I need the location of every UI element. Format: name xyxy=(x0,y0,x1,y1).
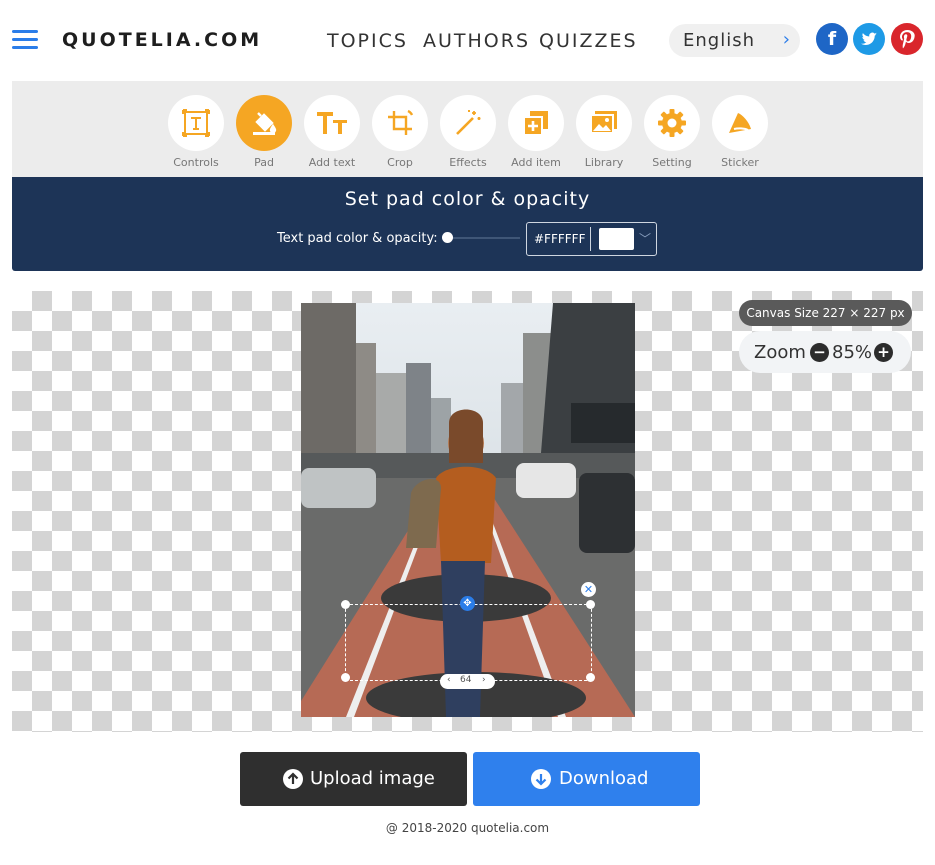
resize-handle[interactable] xyxy=(586,673,595,682)
crop-icon xyxy=(388,109,414,135)
editor-toolbar: Controls Pad Add text Crop Effects Add i… xyxy=(12,81,923,177)
download-arrow-icon xyxy=(531,769,551,789)
upload-label: Upload image xyxy=(310,768,435,789)
chevron-right-icon[interactable]: › xyxy=(482,675,486,685)
text-frame-icon xyxy=(182,109,210,137)
tool-label: Add text xyxy=(308,156,356,169)
text-pad-selection[interactable] xyxy=(345,604,592,681)
zoom-in-button[interactable]: + xyxy=(874,343,893,362)
chevron-left-icon[interactable]: ‹ xyxy=(447,675,451,685)
site-logo[interactable]: QUOTELIA.COM xyxy=(62,29,262,51)
upload-arrow-icon xyxy=(283,769,303,789)
pad-settings-panel: Set pad color & opacity Text pad color &… xyxy=(12,177,923,271)
nav-authors[interactable]: AUTHORS xyxy=(423,30,530,52)
chevron-down-icon[interactable]: ﹀ xyxy=(639,230,651,247)
tool-sticker[interactable]: Sticker xyxy=(711,95,769,169)
tool-crop[interactable]: Crop xyxy=(371,95,429,169)
tool-label: Controls xyxy=(173,156,219,169)
color-divider xyxy=(590,227,591,251)
resize-handle[interactable] xyxy=(341,600,350,609)
color-swatch[interactable] xyxy=(599,228,634,250)
footer-copyright: @ 2018-2020 quotelia.com xyxy=(385,821,550,835)
pad-color-label: Text pad color & opacity: xyxy=(277,231,438,246)
tool-add-item[interactable]: Add item xyxy=(507,95,565,169)
tool-label: Effects xyxy=(449,156,487,169)
nav-quizzes[interactable]: QUIZZES xyxy=(539,30,638,52)
tool-effects[interactable]: Effects xyxy=(439,95,497,169)
resize-handle[interactable] xyxy=(586,600,595,609)
tool-label: Crop xyxy=(387,156,413,169)
canvas-size-badge: Canvas Size 227 × 227 px xyxy=(739,300,912,326)
pad-size-stepper[interactable]: ‹ 64 › xyxy=(440,674,495,689)
opacity-slider-knob[interactable] xyxy=(442,232,453,243)
stepper-value: 64 xyxy=(460,675,472,685)
opacity-slider[interactable] xyxy=(442,232,520,243)
facebook-icon[interactable]: f xyxy=(816,23,848,55)
add-item-icon xyxy=(523,111,548,136)
download-label: Download xyxy=(559,768,649,789)
gear-icon xyxy=(658,109,686,137)
zoom-value: 85% xyxy=(832,342,873,363)
language-label: English xyxy=(683,30,755,51)
color-hex-value[interactable]: #FFFFFF xyxy=(534,232,585,246)
tool-label: Add item xyxy=(511,156,561,169)
move-icon[interactable]: ✥ xyxy=(460,596,475,611)
chevron-right-icon: › xyxy=(782,29,790,50)
color-picker[interactable]: #FFFFFF ﹀ xyxy=(526,222,657,256)
language-selector[interactable]: English › xyxy=(669,24,800,57)
upload-image-button[interactable]: Upload image xyxy=(240,752,467,806)
pinterest-icon[interactable] xyxy=(891,23,923,55)
zoom-out-button[interactable]: − xyxy=(810,343,829,362)
zoom-label: Zoom xyxy=(754,342,806,363)
tool-label: Library xyxy=(584,156,624,169)
tool-label: Sticker xyxy=(721,156,759,169)
tool-pad[interactable]: Pad xyxy=(235,95,293,169)
tool-library[interactable]: Library xyxy=(575,95,633,169)
zoom-control: Zoom − 85% + xyxy=(739,331,911,373)
tool-controls[interactable]: Controls xyxy=(167,95,225,169)
nav-topics[interactable]: TOPICS xyxy=(327,30,408,52)
sticker-icon xyxy=(729,113,751,133)
magic-wand-icon xyxy=(456,110,481,135)
paint-bucket-icon xyxy=(253,112,277,135)
resize-handle[interactable] xyxy=(341,673,350,682)
tool-label: Setting xyxy=(652,156,692,169)
close-icon[interactable]: ✕ xyxy=(581,582,596,597)
top-navigation: QUOTELIA.COM TOPICS AUTHORS QUIZZES Engl… xyxy=(0,0,935,80)
menu-icon[interactable] xyxy=(12,30,38,50)
pad-panel-title: Set pad color & opacity xyxy=(344,188,591,210)
twitter-icon[interactable] xyxy=(853,23,885,55)
tool-setting[interactable]: Setting xyxy=(643,95,701,169)
tool-label: Pad xyxy=(254,156,274,169)
download-button[interactable]: Download xyxy=(473,752,700,806)
tool-add-text[interactable]: Add text xyxy=(303,95,361,169)
image-library-icon xyxy=(590,111,617,134)
text-size-icon xyxy=(317,112,347,134)
